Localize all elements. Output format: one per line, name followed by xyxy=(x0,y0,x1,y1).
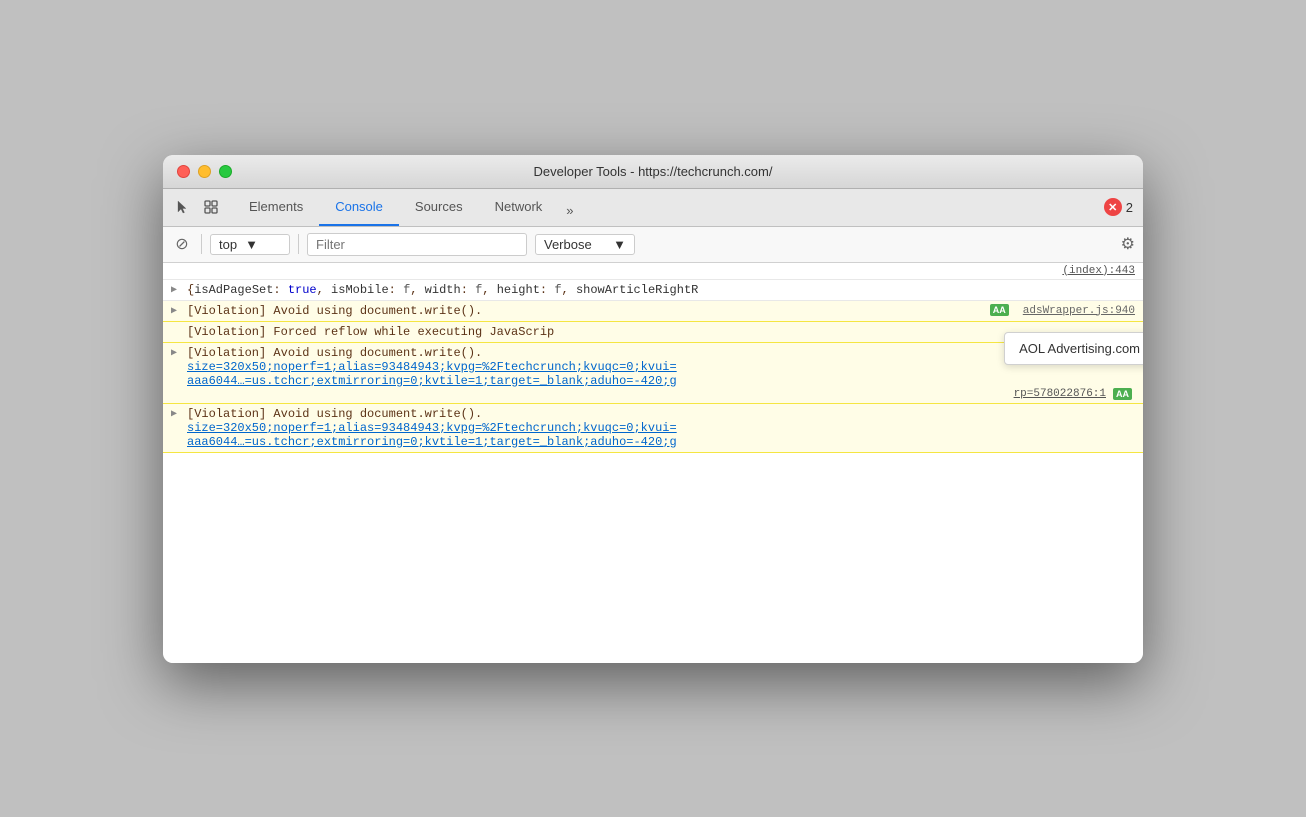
toolbar-divider xyxy=(201,234,202,254)
aa-badge-1: AA xyxy=(990,304,1009,316)
devtools-window: Developer Tools - https://techcrunch.com… xyxy=(163,155,1143,663)
log-row-violation2: [Violation] Forced reflow while executin… xyxy=(163,322,1143,343)
close-button[interactable] xyxy=(177,165,190,178)
traffic-lights xyxy=(177,165,232,178)
row4-source-area: rp=578022876:1 AA xyxy=(187,388,1135,400)
more-tabs-button[interactable]: » xyxy=(558,195,581,226)
error-count: 2 xyxy=(1126,200,1133,215)
log-link-3b[interactable]: aaa6044…=us.tchcr;extmirroring=0;kvtile=… xyxy=(187,374,1135,388)
tabs: Elements Console Sources Network » xyxy=(233,189,582,226)
log-multiline-4: size=320x50;noperf=1;alias=93484943;kvpg… xyxy=(187,421,1135,449)
log-link-3a[interactable]: size=320x50;noperf=1;alias=93484943;kvpg… xyxy=(187,360,1135,374)
context-chevron-icon: ▼ xyxy=(245,237,258,252)
inspect-icon[interactable] xyxy=(201,197,221,217)
log-multiline-3: size=320x50;noperf=1;alias=93484943;kvpg… xyxy=(187,360,1135,388)
log-meta-3a: [Violation] Avoid using document.write()… xyxy=(187,346,1135,360)
block-icon[interactable]: ⊘ xyxy=(171,233,193,255)
aa-tooltip: AOL Advertising.com xyxy=(1004,332,1143,365)
log-content-4: [Violation] Avoid using document.write()… xyxy=(187,407,1135,449)
log-row-violation3: ▶ [Violation] Avoid using document.write… xyxy=(163,343,1143,404)
log-content-3: [Violation] Avoid using document.write()… xyxy=(187,346,1135,400)
expand-arrow-4[interactable]: ▶ xyxy=(171,408,177,420)
filter-divider xyxy=(298,234,299,254)
log-link-4a[interactable]: size=320x50;noperf=1;alias=93484943;kvpg… xyxy=(187,421,1135,435)
source-col-1: AA adsWrapper.js:940 AOL Advertising.com xyxy=(987,304,1135,317)
verbose-selector[interactable]: Verbose ▼ xyxy=(535,234,635,255)
window-title: Developer Tools - https://techcrunch.com… xyxy=(534,164,773,179)
log-row-violation1: ▶ [Violation] Avoid using document.write… xyxy=(163,301,1143,322)
log-text-violation4: [Violation] Avoid using document.write()… xyxy=(187,407,482,421)
source-link-1[interactable]: adsWrapper.js:940 xyxy=(1023,304,1135,317)
log-text-violation3: [Violation] Avoid using document.write()… xyxy=(187,346,1135,360)
index-line: (index):443 xyxy=(163,263,1143,280)
log-link-4b[interactable]: aaa6044…=us.tchcr;extmirroring=0;kvtile=… xyxy=(187,435,1135,449)
tab-elements[interactable]: Elements xyxy=(233,189,319,226)
log-text-violation1: [Violation] Avoid using document.write()… xyxy=(187,304,979,318)
expand-arrow-3[interactable]: ▶ xyxy=(171,347,177,359)
tab-network[interactable]: Network xyxy=(479,189,559,226)
error-badge: ✕ 2 xyxy=(1104,198,1133,216)
tab-bar-right: ✕ 2 xyxy=(1104,198,1133,216)
log-row-violation4: ▶ [Violation] Avoid using document.write… xyxy=(163,404,1143,453)
cursor-icon[interactable] xyxy=(173,197,193,217)
filter-input[interactable] xyxy=(307,233,527,256)
error-icon: ✕ xyxy=(1104,198,1122,216)
tab-bar-icons xyxy=(173,197,221,217)
expand-arrow-2[interactable]: ▶ xyxy=(171,305,177,317)
title-bar: Developer Tools - https://techcrunch.com… xyxy=(163,155,1143,189)
context-label: top xyxy=(219,237,237,252)
log-text-object: {isAdPageSet: true, isMobile: f, width: … xyxy=(187,283,1135,297)
console-content[interactable]: (index):443 ▶ {isAdPageSet: true, isMobi… xyxy=(163,263,1143,663)
context-selector[interactable]: top ▼ xyxy=(210,234,290,255)
log-row-meta-1: [Violation] Avoid using document.write()… xyxy=(187,304,1135,318)
tab-bar: Elements Console Sources Network » ✕ 2 xyxy=(163,189,1143,227)
log-row-object: ▶ {isAdPageSet: true, isMobile: f, width… xyxy=(163,280,1143,301)
source-link-3[interactable]: rp=578022876:1 xyxy=(1014,388,1106,400)
source-with-badge: AA adsWrapper.js:940 xyxy=(987,304,1135,317)
tab-sources[interactable]: Sources xyxy=(399,189,479,226)
aa-badge-2: AA xyxy=(1113,388,1132,400)
settings-icon[interactable]: ⚙ xyxy=(1121,234,1135,254)
console-toolbar: ⊘ top ▼ Verbose ▼ ⚙ xyxy=(163,227,1143,263)
minimize-button[interactable] xyxy=(198,165,211,178)
verbose-label: Verbose xyxy=(544,237,592,252)
expand-arrow[interactable]: ▶ xyxy=(171,284,177,296)
index-source-link[interactable]: (index):443 xyxy=(1062,265,1135,277)
verbose-chevron-icon: ▼ xyxy=(613,237,626,252)
maximize-button[interactable] xyxy=(219,165,232,178)
log-text-violation2: [Violation] Forced reflow while executin… xyxy=(187,325,1135,339)
tab-console[interactable]: Console xyxy=(319,189,399,226)
